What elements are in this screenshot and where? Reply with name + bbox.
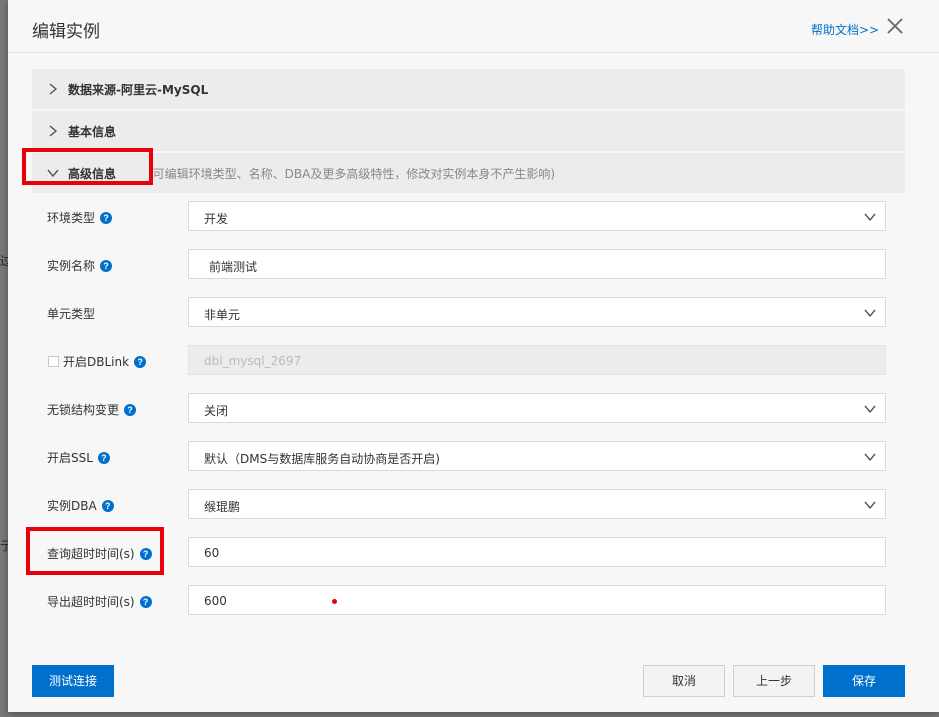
input-value: dbl_mysql_2697 [204, 354, 302, 368]
help-icon[interactable]: ? [97, 451, 110, 464]
label-text: 实例名称 [47, 259, 96, 273]
edit-instance-dialog: 编辑实例 帮助文档>> 数据来源-阿里云-MySQL 基本信息 高级信息 (可编… [8, 0, 939, 712]
dblink-row: 开启DBLink ? dbl_mysql_2697 [32, 345, 905, 377]
ssl-label: 开启SSL ? [47, 449, 110, 466]
instance-name-row: 实例名称 ? 前端测试 [32, 249, 905, 281]
env-type-row: 环境类型 ? 开发 [32, 201, 905, 233]
query-timeout-row: 查询超时时间(s) ? 60 [32, 537, 905, 569]
dialog-header: 编辑实例 帮助文档>> [8, 0, 939, 53]
help-icon[interactable]: ? [134, 355, 147, 368]
ssl-row: 开启SSL ? 默认（DMS与数据库服务自动协商是否开启) [32, 441, 905, 473]
close-icon[interactable] [886, 17, 904, 35]
section-title: 数据来源-阿里云-MySQL [68, 83, 209, 97]
label-text: 环境类型 [47, 211, 96, 225]
lockless-change-label: 无锁结构变更 ? [47, 401, 137, 418]
help-icon[interactable]: ? [101, 499, 114, 512]
unit-type-label: 单元类型 [47, 305, 95, 322]
input-value: 60 [204, 546, 220, 560]
dialog-title: 编辑实例 [32, 22, 100, 42]
label-text: 开启SSL [47, 451, 93, 465]
chevron-down-icon [47, 169, 59, 178]
help-icon[interactable]: ? [100, 259, 113, 272]
section-advanced-info[interactable]: 高级信息 (可编辑环境类型、名称、DBA及更多高级特性，修改对实例本身不产生影响… [32, 153, 905, 193]
query-timeout-input[interactable]: 60 [188, 537, 886, 567]
label-text: 导出超时时间(s) [47, 595, 135, 609]
save-button[interactable]: 保存 [823, 665, 905, 697]
query-timeout-label: 查询超时时间(s) ? [47, 545, 152, 562]
label-text: 开启DBLink [63, 355, 130, 369]
chevron-down-icon [864, 453, 876, 462]
unit-type-select[interactable]: 非单元 [188, 297, 886, 327]
dba-label: 实例DBA ? [47, 497, 114, 514]
dblink-checkbox[interactable] [48, 356, 59, 367]
chevron-down-icon [864, 501, 876, 510]
env-type-label: 环境类型 ? [47, 209, 113, 226]
dblink-label: 开启DBLink ? [48, 353, 147, 370]
input-value: 前端测试 [209, 260, 258, 274]
export-timeout-input[interactable]: 600 [188, 585, 886, 615]
select-value: 缑琨鹏 [204, 500, 241, 514]
instance-name-label: 实例名称 ? [47, 257, 113, 274]
label-text: 单元类型 [47, 307, 96, 321]
cancel-button[interactable]: 取消 [643, 665, 725, 697]
chevron-right-icon [49, 125, 58, 137]
select-value: 关闭 [204, 404, 229, 418]
section-title: 基本信息 [68, 125, 117, 139]
dba-row: 实例DBA ? 缑琨鹏 [32, 489, 905, 521]
section-hint: (可编辑环境类型、名称、DBA及更多高级特性，修改对实例本身不产生影响) [148, 167, 556, 181]
label-text: 实例DBA [47, 499, 97, 513]
test-connection-button[interactable]: 测试连接 [32, 665, 114, 697]
dba-select[interactable]: 缑琨鹏 [188, 489, 886, 519]
section-datasource[interactable]: 数据来源-阿里云-MySQL [32, 69, 905, 109]
env-type-select[interactable]: 开发 [188, 201, 886, 231]
label-text: 无锁结构变更 [47, 403, 120, 417]
red-dot-marker [332, 599, 337, 604]
lockless-change-select[interactable]: 关闭 [188, 393, 886, 423]
export-timeout-label: 导出超时时间(s) ? [47, 593, 152, 610]
select-value: 非单元 [204, 308, 241, 322]
unit-type-row: 单元类型 非单元 [32, 297, 905, 329]
help-doc-link[interactable]: 帮助文档>> [811, 21, 879, 38]
chevron-down-icon [864, 405, 876, 414]
dblink-name-input: dbl_mysql_2697 [188, 345, 886, 375]
help-icon[interactable]: ? [139, 595, 152, 608]
ssl-select[interactable]: 默认（DMS与数据库服务自动协商是否开启) [188, 441, 886, 471]
select-value: 默认（DMS与数据库服务自动协商是否开启) [204, 452, 440, 466]
section-basic-info[interactable]: 基本信息 [32, 111, 905, 151]
prev-step-button[interactable]: 上一步 [733, 665, 815, 697]
chevron-down-icon [864, 309, 876, 318]
chevron-down-icon [864, 213, 876, 222]
instance-name-input[interactable]: 前端测试 [188, 249, 886, 279]
help-icon[interactable]: ? [139, 547, 152, 560]
help-icon[interactable]: ? [124, 403, 137, 416]
input-value: 600 [204, 594, 227, 608]
lockless-change-row: 无锁结构变更 ? 关闭 [32, 393, 905, 425]
help-icon[interactable]: ? [100, 211, 113, 224]
label-text: 查询超时时间(s) [47, 547, 135, 561]
export-timeout-row: 导出超时时间(s) ? 600 [32, 585, 905, 617]
chevron-right-icon [49, 83, 58, 95]
select-value: 开发 [204, 212, 229, 226]
section-title: 高级信息 [68, 167, 117, 181]
